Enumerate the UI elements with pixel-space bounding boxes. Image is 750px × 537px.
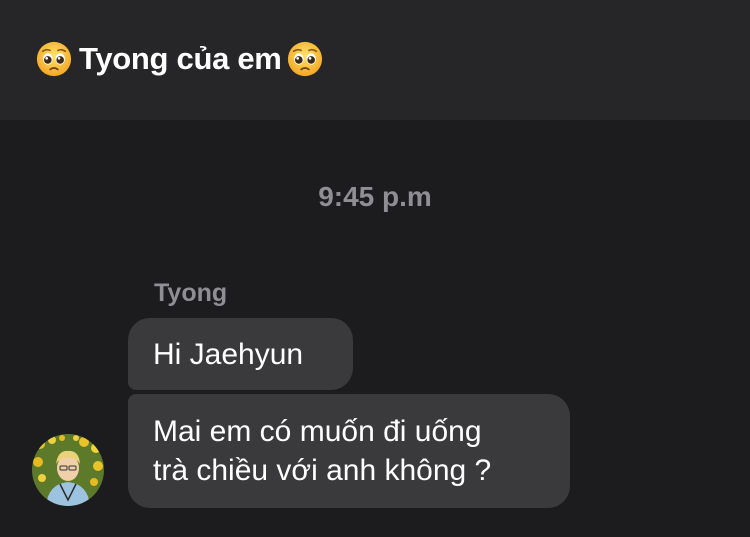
sender-name: Tyong bbox=[154, 279, 228, 307]
pleading-face-icon bbox=[287, 41, 322, 77]
message-bubble[interactable]: Hi Jaehyun bbox=[128, 318, 353, 390]
pleading-face-icon bbox=[36, 41, 72, 77]
message-bubble[interactable]: Mai em có muốn đi uống trà chiều với anh… bbox=[128, 394, 570, 508]
chat-header: Tyong của em bbox=[0, 0, 750, 120]
avatar-photo bbox=[32, 434, 104, 506]
avatar[interactable] bbox=[32, 434, 104, 506]
message-text-line: trà chiều với anh không ? bbox=[153, 454, 492, 487]
chat-title-button[interactable]: Tyong của em bbox=[35, 40, 324, 78]
message-text: Hi Jaehyun bbox=[153, 337, 304, 371]
message-timestamp: 9:45 p.m bbox=[318, 181, 432, 212]
message-text-line: Mai em có muốn đi uống bbox=[153, 415, 482, 448]
chat-title: Tyong của em bbox=[79, 41, 282, 76]
